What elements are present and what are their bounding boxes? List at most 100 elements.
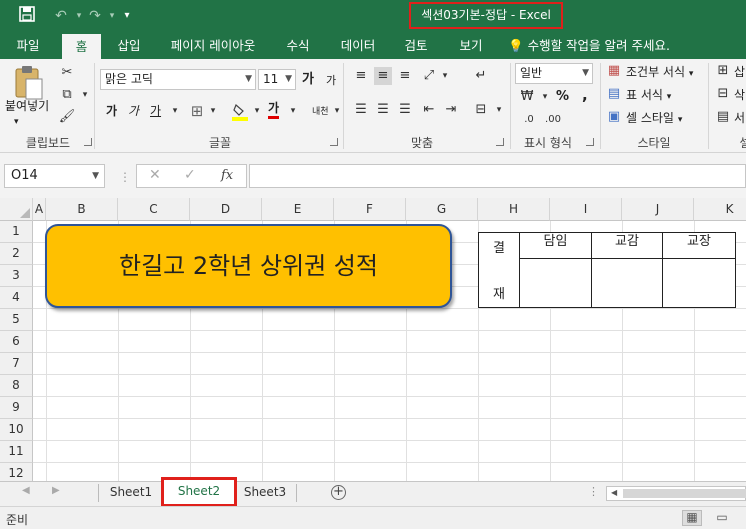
column-header[interactable]: A	[33, 198, 46, 221]
accounting-format-icon[interactable]: ₩	[518, 88, 536, 106]
font-color-button[interactable]: 가	[268, 101, 280, 119]
tell-me-box[interactable]: 💡 수행할 작업을 알려 주세요.	[508, 33, 680, 59]
enter-icon[interactable]: ✓	[184, 167, 196, 183]
tab-file[interactable]: 파일	[10, 33, 46, 59]
format-cells-button[interactable]: 서	[734, 109, 745, 127]
borders-dropdown-icon[interactable]: ▾	[204, 102, 222, 120]
number-format-select[interactable]: 일반 ▼	[515, 63, 593, 84]
row-header[interactable]: 4	[0, 287, 33, 309]
conditional-formatting-icon[interactable]: ▦	[605, 62, 623, 80]
sheet-tab-sheet3[interactable]: Sheet3	[238, 482, 292, 504]
fill-color-icon[interactable]	[232, 102, 248, 122]
row-header[interactable]: 7	[0, 353, 33, 375]
tab-data[interactable]: 데이터	[334, 33, 382, 59]
format-painter-icon[interactable]: 🖌	[58, 108, 76, 126]
row-header[interactable]: 2	[0, 243, 33, 265]
column-header[interactable]: G	[406, 198, 478, 221]
phonetic-guide-button[interactable]: 내천	[312, 103, 329, 121]
add-sheet-icon[interactable]: +	[331, 485, 346, 500]
format-cells-icon[interactable]: ▤	[714, 108, 732, 126]
paste-dropdown-icon[interactable]: ▾	[14, 113, 19, 131]
increase-decimal-icon[interactable]: .0	[520, 111, 538, 129]
delete-cells-button[interactable]: 삭	[734, 86, 745, 104]
row-header[interactable]: 8	[0, 375, 33, 397]
sheet-tab-sheet1[interactable]: Sheet1	[104, 482, 158, 504]
cut-icon[interactable]: ✂	[58, 64, 76, 82]
column-header[interactable]: E	[262, 198, 334, 221]
row-header[interactable]: 9	[0, 397, 33, 419]
scrollbar-thumb[interactable]	[623, 489, 746, 498]
format-as-table-button[interactable]: 표 서식 ▾	[626, 86, 671, 106]
horizontal-scrollbar[interactable]: ◀	[606, 486, 746, 501]
orientation-dropdown-icon[interactable]: ▾	[436, 67, 454, 85]
decrease-decimal-icon[interactable]: .00	[544, 111, 562, 129]
clipboard-launcher-icon[interactable]	[84, 138, 92, 146]
column-header[interactable]: F	[334, 198, 406, 221]
tab-review[interactable]: 검토	[397, 33, 435, 59]
column-header[interactable]: D	[190, 198, 262, 221]
signoff-sign-cell[interactable]	[519, 258, 592, 308]
tab-formulas[interactable]: 수식	[280, 33, 316, 59]
title-banner-shape[interactable]: 한길고 2학년 상위권 성적	[45, 224, 452, 308]
signoff-sign-cell[interactable]	[662, 258, 736, 308]
scroll-left-icon[interactable]: ◀	[22, 485, 30, 496]
cell-styles-button[interactable]: 셀 스타일 ▾	[626, 109, 682, 129]
tab-view[interactable]: 보기	[452, 33, 490, 59]
conditional-formatting-button[interactable]: 조건부 서식 ▾	[626, 63, 693, 83]
split-handle-icon[interactable]: ⋮	[588, 485, 599, 498]
grow-font-button[interactable]: 가	[302, 71, 314, 89]
insert-cells-button[interactable]: 삽	[734, 63, 745, 81]
font-launcher-icon[interactable]	[330, 138, 338, 146]
column-header[interactable]: C	[118, 198, 190, 221]
worksheet-grid[interactable]: A B C D E F G H I J K 1 2 3 4 5 6 7 8 9 …	[0, 198, 746, 481]
copy-dropdown-icon[interactable]: ▾	[76, 86, 94, 104]
tab-home[interactable]: 홈	[62, 34, 101, 59]
underline-button[interactable]: 가	[150, 102, 161, 120]
formula-input[interactable]	[249, 164, 746, 188]
row-header[interactable]: 3	[0, 265, 33, 287]
column-header[interactable]: I	[550, 198, 622, 221]
comma-style-button[interactable]: ,	[582, 86, 588, 104]
row-header[interactable]: 12	[0, 463, 33, 481]
italic-button[interactable]: 가	[128, 102, 139, 120]
align-bottom-icon[interactable]: ≡	[396, 67, 414, 85]
align-middle-icon[interactable]: ≡	[374, 67, 392, 85]
page-layout-view-icon[interactable]: ▭	[712, 510, 732, 526]
increase-indent-icon[interactable]: ⇥	[442, 101, 460, 119]
paste-button[interactable]: 붙여넣기	[5, 97, 49, 115]
scroll-left-arrow-icon[interactable]: ◀	[611, 488, 617, 497]
cancel-icon[interactable]: ✕	[149, 167, 161, 183]
shrink-font-button[interactable]: 가	[326, 72, 336, 90]
tab-insert[interactable]: 삽입	[110, 33, 148, 59]
font-name-select[interactable]: 맑은 고딕 ▼	[100, 69, 256, 90]
row-header[interactable]: 11	[0, 441, 33, 463]
fill-color-dropdown-icon[interactable]: ▾	[248, 102, 266, 120]
insert-function-icon[interactable]: fx	[221, 168, 233, 183]
percent-style-button[interactable]: %	[556, 88, 569, 106]
row-header[interactable]: 5	[0, 309, 33, 331]
wrap-text-icon[interactable]: ↵	[472, 67, 490, 85]
font-size-select[interactable]: 11 ▼	[258, 69, 296, 90]
name-box[interactable]: O14 ▼	[4, 164, 105, 188]
select-all-corner[interactable]	[0, 198, 33, 221]
scroll-right-icon[interactable]: ▶	[52, 485, 60, 496]
merge-dropdown-icon[interactable]: ▾	[490, 101, 508, 119]
column-header[interactable]: B	[46, 198, 118, 221]
align-right-icon[interactable]: ☰	[396, 101, 414, 119]
align-top-icon[interactable]: ≡	[352, 67, 370, 85]
column-header[interactable]: H	[478, 198, 550, 221]
column-header[interactable]: K	[694, 198, 746, 221]
accounting-dropdown-icon[interactable]: ▾	[536, 88, 554, 106]
tab-page-layout[interactable]: 페이지 레이아웃	[164, 33, 262, 59]
bold-button[interactable]: 가	[106, 102, 117, 120]
align-left-icon[interactable]: ☰	[352, 101, 370, 119]
underline-dropdown-icon[interactable]: ▾	[166, 102, 184, 120]
delete-cells-icon[interactable]: ⊟	[714, 85, 732, 103]
alignment-launcher-icon[interactable]	[496, 138, 504, 146]
number-launcher-icon[interactable]	[586, 138, 594, 146]
copy-icon[interactable]: ⧉	[58, 86, 76, 104]
save-icon[interactable]	[16, 6, 38, 26]
row-header[interactable]: 6	[0, 331, 33, 353]
insert-cells-icon[interactable]: ⊞	[714, 62, 732, 80]
normal-view-icon[interactable]: ▦	[682, 510, 702, 526]
